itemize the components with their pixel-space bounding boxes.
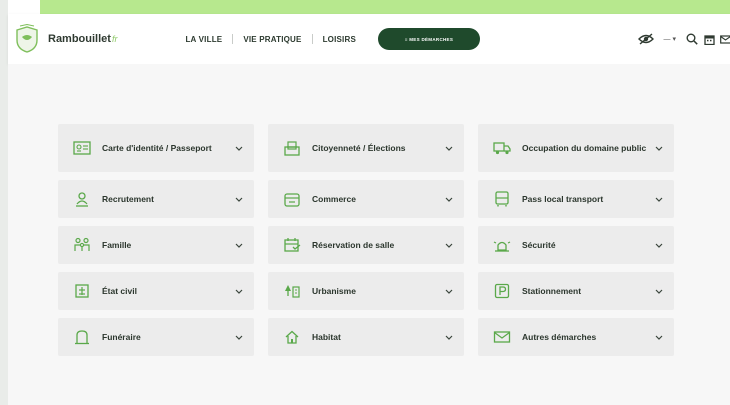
- coat-of-arms-icon: [12, 22, 42, 56]
- demarche-card-pass-transport[interactable]: Pass local transport: [478, 180, 674, 218]
- demarche-label: Pass local transport: [522, 193, 604, 204]
- trees-icon: [282, 282, 302, 300]
- siren-icon: [492, 236, 512, 254]
- demarche-card-reservation-salle[interactable]: Réservation de salle: [268, 226, 464, 264]
- demarche-label: Carte d'identité / Passeport: [102, 142, 212, 153]
- demarche-card-famille[interactable]: Famille: [58, 226, 254, 264]
- demarche-card-urbanisme[interactable]: Urbanisme: [268, 272, 464, 310]
- chevron-down-icon: [234, 194, 244, 204]
- main-nav: LA VILLE VIE PRATIQUE LOISIRS: [185, 34, 356, 44]
- header-tools: — ▾: [637, 33, 730, 45]
- demarche-card-autres[interactable]: Autres démarches: [478, 318, 674, 356]
- chevron-down-icon: [444, 240, 454, 250]
- language-selector[interactable]: — ▾: [664, 35, 676, 43]
- tomb-icon: [72, 328, 92, 346]
- demarche-label: Famille: [102, 239, 132, 250]
- nav-separator: [311, 34, 313, 44]
- chevron-down-icon: [654, 194, 664, 204]
- demarche-label: Occupation du domaine public: [522, 142, 647, 153]
- demarche-card-etat-civil[interactable]: État civil: [58, 272, 254, 310]
- nav-vie-pratique[interactable]: VIE PRATIQUE: [243, 35, 301, 44]
- chevron-down-icon: [234, 332, 244, 342]
- demarche-card-commerce[interactable]: Commerce: [268, 180, 464, 218]
- id-card-icon: [72, 139, 92, 157]
- calendar-icon[interactable]: [704, 34, 715, 45]
- demarche-card-recrutement[interactable]: Recrutement: [58, 180, 254, 218]
- mes-demarches-button[interactable]: ≡ MES DÉMARCHES: [377, 28, 480, 50]
- nav-la-ville[interactable]: LA VILLE: [185, 35, 222, 44]
- demarche-label: Urbanisme: [312, 285, 356, 296]
- family-icon: [72, 236, 92, 254]
- document-icon: [72, 282, 92, 300]
- demarche-card-occupation[interactable]: Occupation du domaine public: [478, 124, 674, 172]
- chevron-down-icon: [444, 332, 454, 342]
- shop-icon: [282, 190, 302, 208]
- truck-icon: [492, 139, 512, 157]
- person-icon: [72, 190, 92, 208]
- demarches-grid: Carte d'identité / Passeport Citoyenneté…: [58, 124, 674, 356]
- bus-icon: [492, 190, 512, 208]
- left-edge-bar: [0, 0, 8, 405]
- site-header: Rambouillet fr LA VILLE VIE PRATIQUE LOI…: [8, 14, 730, 64]
- site-logo[interactable]: Rambouillet fr: [12, 22, 117, 56]
- demarche-card-habitat[interactable]: Habitat: [268, 318, 464, 356]
- house-icon: [282, 328, 302, 346]
- chevron-down-icon: [444, 194, 454, 204]
- demarche-card-carte-identite[interactable]: Carte d'identité / Passeport: [58, 124, 254, 172]
- demarche-label: Commerce: [312, 193, 356, 204]
- mail-icon: [492, 328, 512, 346]
- nav-loisirs[interactable]: LOISIRS: [323, 35, 356, 44]
- chevron-down-icon: [654, 332, 664, 342]
- chevron-down-icon: [444, 143, 454, 153]
- demarche-label: Sécurité: [522, 239, 556, 250]
- accessibility-icon[interactable]: [637, 33, 654, 45]
- logo-text: Rambouillet: [48, 33, 111, 45]
- chevron-down-icon: [234, 286, 244, 296]
- demarche-label: État civil: [102, 285, 137, 296]
- chevron-down-icon: [234, 143, 244, 153]
- search-icon[interactable]: [686, 33, 698, 45]
- demarche-card-citoyennete[interactable]: Citoyenneté / Élections: [268, 124, 464, 172]
- demarche-label: Autres démarches: [522, 331, 597, 342]
- demarche-label: Habitat: [312, 331, 341, 342]
- ballot-icon: [282, 139, 302, 157]
- chevron-down-icon: [444, 286, 454, 296]
- top-accent-bar: [40, 0, 730, 14]
- nav-separator: [232, 34, 234, 44]
- mail-icon[interactable]: [720, 34, 730, 44]
- chevron-down-icon: [654, 143, 664, 153]
- demarche-label: Citoyenneté / Élections: [312, 142, 406, 153]
- demarche-label: Funéraire: [102, 331, 141, 342]
- chevron-down-icon: [654, 240, 664, 250]
- logo-suffix: fr: [111, 34, 118, 44]
- main-content: Carte d'identité / Passeport Citoyenneté…: [8, 64, 730, 405]
- demarche-card-funeraire[interactable]: Funéraire: [58, 318, 254, 356]
- chevron-down-icon: [234, 240, 244, 250]
- parking-icon: [492, 282, 512, 300]
- demarche-card-securite[interactable]: Sécurité: [478, 226, 674, 264]
- demarche-label: Recrutement: [102, 193, 154, 204]
- demarche-card-stationnement[interactable]: Stationnement: [478, 272, 674, 310]
- calendar-icon: [282, 236, 302, 254]
- chevron-down-icon: [654, 286, 664, 296]
- demarche-label: Réservation de salle: [312, 239, 395, 250]
- demarche-label: Stationnement: [522, 285, 582, 296]
